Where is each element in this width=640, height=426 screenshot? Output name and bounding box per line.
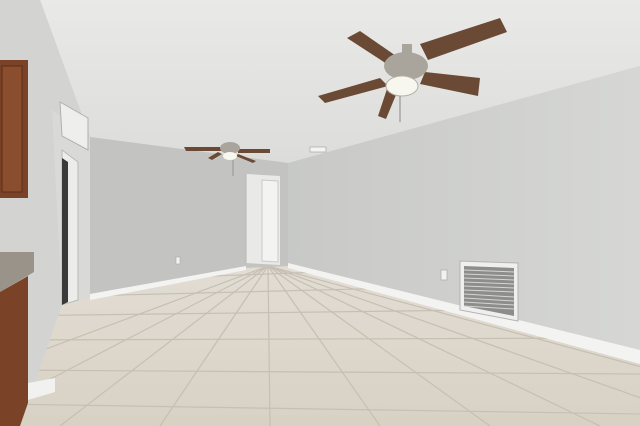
wall-outlet xyxy=(175,256,181,265)
fan-light xyxy=(223,152,237,160)
hallway-door-frame xyxy=(261,179,279,263)
fan-blade xyxy=(184,147,222,151)
fan-light xyxy=(385,75,419,97)
ceiling-vent xyxy=(309,146,327,153)
door-glass-dark xyxy=(62,158,68,305)
wall-return-vent xyxy=(459,260,519,322)
wall-outlet xyxy=(440,269,448,281)
room-illustration xyxy=(0,0,640,426)
lower-cabinet xyxy=(0,276,28,426)
fan-blade xyxy=(238,149,270,153)
empty-room-photo xyxy=(0,0,640,426)
